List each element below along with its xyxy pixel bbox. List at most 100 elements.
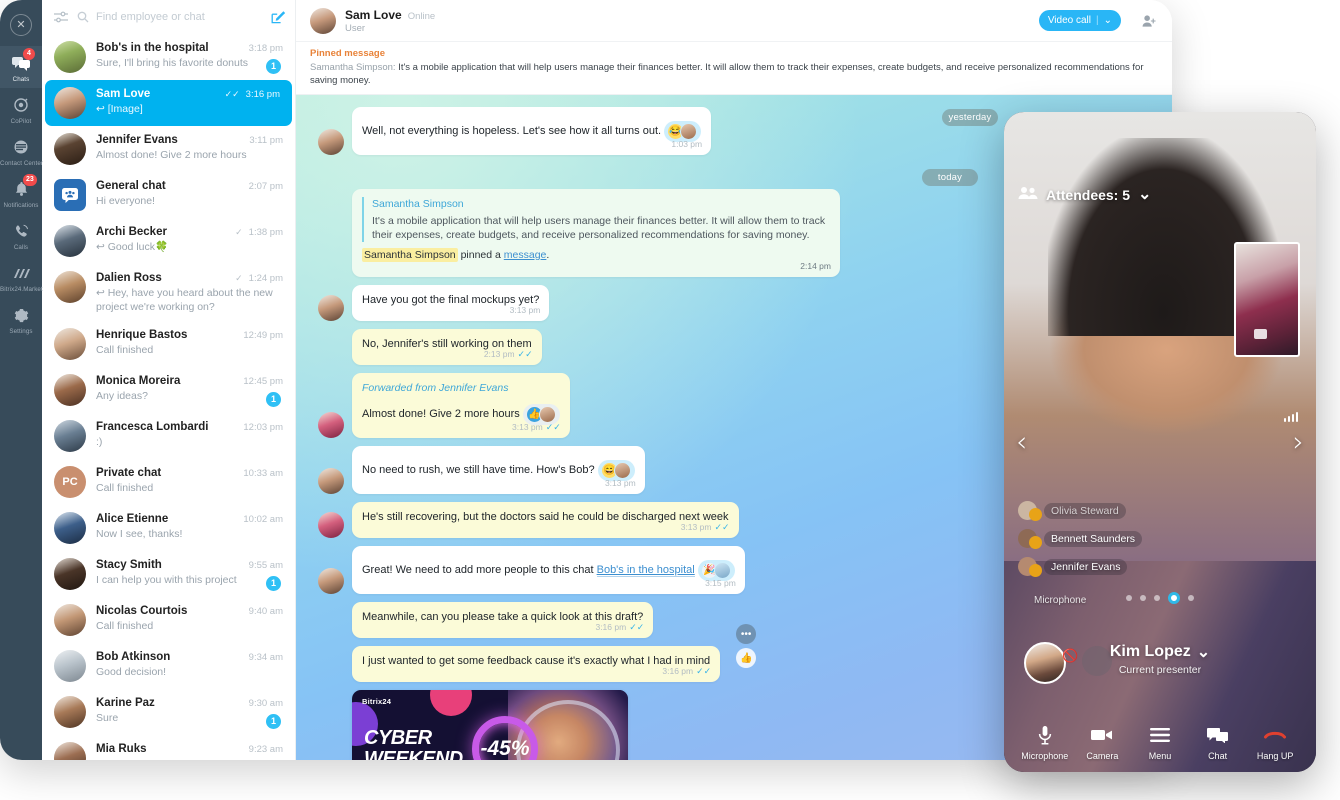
chats-icon [0, 53, 42, 73]
rail-item-settings[interactable]: Settings [0, 298, 42, 340]
unread-badge: 1 [266, 392, 281, 407]
thumbs-up-icon[interactable]: 👍 [736, 648, 757, 668]
avatar [54, 374, 86, 406]
participant-item[interactable]: Jennifer Evans [1018, 557, 1142, 577]
chat-item-name: Sam Love [96, 88, 151, 100]
chat-item-body: Dalien Ross ✓ 1:24 pm ↩ Hey, have you heard… [96, 271, 283, 314]
message-bubble[interactable]: He's still recovering, but the doctors s… [352, 502, 739, 538]
chat-button[interactable]: Chat [1190, 724, 1246, 764]
chat-list-item[interactable]: Nicolas Courtois 9:40 am Call finished [42, 597, 295, 643]
self-view-thumbnail[interactable] [1234, 242, 1300, 357]
pinned-message-bar[interactable]: Pinned message Samantha Simpson: It's a … [296, 42, 1172, 95]
chat-item-time: 1:24 pm [248, 273, 283, 284]
message-bubble[interactable]: No need to rush, we still have time. How… [352, 446, 645, 494]
conversation-meta: Sam Love Online User [345, 8, 1030, 34]
rail-item-contact-center[interactable]: Contact Center [0, 130, 43, 172]
video-call-button[interactable]: Video call | ⌄ [1038, 10, 1121, 31]
chat-list-item[interactable]: Dalien Ross ✓ 1:24 pm ↩ Hey, have you heard… [42, 264, 295, 321]
chat-list-item[interactable]: Stacy Smith 9:55 am I can help you with th… [42, 551, 295, 597]
message-bubble[interactable]: Have you got the final mockups yet? 3:13… [352, 285, 550, 321]
chat-list-item[interactable]: Mia Ruks 9:23 am [42, 735, 295, 760]
chevron-right-icon[interactable]: › [1293, 428, 1304, 456]
add-user-icon[interactable] [1142, 14, 1156, 28]
day-separator-yesterday: yesterday [942, 109, 998, 126]
search-input[interactable] [96, 11, 262, 23]
chat-list-item[interactable]: Monica Moreira 12:45 pm Any ideas? 1 [42, 367, 295, 413]
rail-item-calls[interactable]: Calls [0, 214, 42, 256]
chat-icon [1190, 724, 1246, 746]
chat-list-item[interactable]: Archi Becker ✓ 1:38 pm ↩ Good luck🍀 [42, 218, 295, 264]
participant-item[interactable]: Olivia Steward [1018, 501, 1142, 521]
chat-list-item[interactable]: Bob Atkinson 9:34 am Good decision! [42, 643, 295, 689]
hangup-button[interactable]: Hang UP [1247, 724, 1303, 764]
quoted-message: Samantha Simpson It's a mobile applicati… [362, 197, 830, 242]
avatar [54, 650, 86, 682]
conversation-title: Sam Love [345, 7, 402, 22]
chat-item-top: Private chat 10:33 am [96, 467, 283, 479]
chat-list-scroll[interactable]: Bob's in the hospital 3:18 pm Sure, I'll b… [42, 34, 295, 760]
page-dot[interactable] [1188, 595, 1194, 601]
message-bubble[interactable]: Great! We need to add more people to thi… [352, 546, 745, 594]
presenter-name-dropdown[interactable]: Kim Lopez ⌄ [1110, 643, 1210, 661]
search-icon [77, 11, 89, 23]
phone-icon [0, 221, 42, 241]
camera-button[interactable]: Camera [1074, 724, 1130, 764]
chat-list-item[interactable]: Karine Paz 9:30 am Sure 1 [42, 689, 295, 735]
image-message[interactable]: Bitrix24 CYBER WEEKEND -45% up to 45% of… [352, 690, 628, 760]
rail-item-copilot[interactable]: CoPilot [0, 88, 42, 130]
chat-list-item[interactable]: Alice Etienne 10:02 am Now I see, thanks! [42, 505, 295, 551]
message-bubble[interactable]: Meanwhile, can you please take a quick l… [352, 602, 654, 638]
attendees-dropdown[interactable]: Attendees: 5 ⌄ [1018, 186, 1151, 203]
message-bubble[interactable]: Forwarded from Jennifer Evans Almost don… [352, 373, 570, 438]
pinned-message-link[interactable]: message [504, 249, 547, 261]
chat-item-time: 1:38 pm [248, 227, 283, 238]
rail-item-market[interactable]: Bitrix24.Market [0, 256, 43, 298]
page-dot[interactable] [1126, 595, 1132, 601]
filter-icon[interactable] [54, 11, 68, 23]
market-icon [0, 263, 42, 283]
chevron-left-icon[interactable]: ‹ [1016, 428, 1027, 456]
menu-button[interactable]: Menu [1132, 724, 1188, 764]
message-bubble[interactable]: I just wanted to get some feedback cause… [352, 624, 757, 682]
message-bubble[interactable]: Well, not everything is hopeless. Let's … [352, 107, 712, 155]
message-bubble[interactable]: No, Jennifer's still working on them 2:1… [352, 329, 542, 365]
chat-item-top: General chat 2:07 pm [96, 180, 283, 192]
avatar [54, 512, 86, 544]
close-button[interactable]: ✕ [10, 14, 32, 36]
chat-list-item[interactable]: Bob's in the hospital 3:18 pm Sure, I'll b… [42, 34, 295, 80]
promo-image[interactable]: Bitrix24 CYBER WEEKEND -45% up to 45% of… [352, 690, 628, 760]
message-text: Well, not everything is hopeless. Let's … [362, 125, 662, 137]
microphone-button[interactable]: Microphone [1017, 724, 1073, 764]
chat-item-time: 9:34 am [248, 652, 283, 663]
chat-item-time: 9:40 am [248, 606, 283, 617]
chat-list-item[interactable]: General chat 2:07 pm Hi everyone! [42, 172, 295, 218]
rail-item-chats[interactable]: 4 Chats [0, 46, 42, 88]
chat-item-body: Archi Becker ✓ 1:38 pm ↩ Good luck🍀 [96, 225, 283, 254]
chat-list-item[interactable]: Francesca Lombardi 12:03 pm:) [42, 413, 295, 459]
microphone-icon [1017, 724, 1073, 746]
chevron-down-icon[interactable]: ⌄ [1197, 644, 1210, 660]
gear-icon [0, 305, 42, 325]
rail-item-notifications[interactable]: 23 Notifications [0, 172, 42, 214]
chat-list-item[interactable]: PC Private chat 10:33 am Call finished [42, 459, 295, 505]
chat-list-item[interactable]: Henrique Bastos 12:49 pm Call finished [42, 321, 295, 367]
participant-item[interactable]: Bennett Saunders [1018, 529, 1143, 549]
chevron-down-icon[interactable]: ⌄ [1104, 15, 1112, 26]
page-indicator[interactable] [1126, 592, 1194, 604]
more-icon[interactable]: ••• [736, 624, 757, 644]
page-dot-active[interactable] [1168, 592, 1180, 604]
chat-item-top: Alice Etienne 10:02 am [96, 513, 283, 525]
time-text: 3:13 pm [680, 522, 712, 532]
chat-list-item[interactable]: Jennifer Evans 3:11 pm Almost done! Give 2… [42, 126, 295, 172]
message-text: He's still recovering, but the doctors s… [362, 511, 729, 523]
chat-list-item[interactable]: Sam Love ✓✓ 3:16 pm ↩ [Image] [45, 80, 292, 126]
mic-indicator-icon [1029, 536, 1042, 549]
page-dot[interactable] [1140, 595, 1146, 601]
avatar [54, 41, 86, 73]
compose-icon[interactable] [271, 10, 285, 24]
pin-system-message[interactable]: Samantha Simpson It's a mobile applicati… [352, 189, 840, 277]
page-dot[interactable] [1154, 595, 1160, 601]
read-receipt-icon: ✓✓ [517, 349, 533, 359]
chevron-down-icon[interactable]: ⌄ [1138, 186, 1151, 202]
chat-mention-link[interactable]: Bob's in the hospital [596, 564, 695, 577]
